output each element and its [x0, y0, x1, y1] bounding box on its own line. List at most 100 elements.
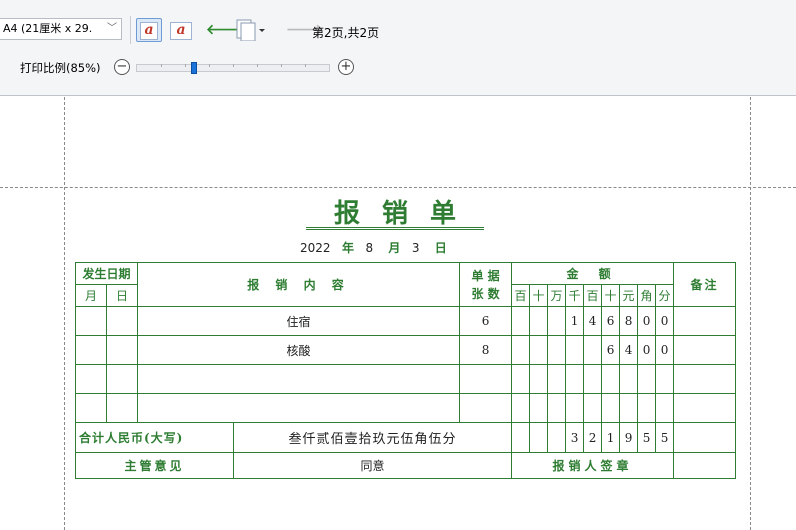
- slider-tick: [233, 64, 234, 67]
- header-digit-6: 元: [619, 284, 639, 307]
- date-day-unit: 日: [434, 241, 447, 255]
- header-doc-count-line2: 张 数: [471, 286, 500, 301]
- header-doc-count: 单 据 张 数: [459, 262, 513, 307]
- toolbar-separator: [130, 16, 131, 44]
- form-title: 报销单: [306, 200, 484, 230]
- slider-tick: [257, 64, 258, 67]
- total-remark-cell: [673, 422, 737, 453]
- reimbursement-form-table: 发生日期 报 销 内 容 单 据 张 数 金 额 备注 月 日 百十万千百十元角…: [74, 262, 737, 479]
- row-digit-cell: 4: [619, 335, 639, 365]
- row-count-cell: 8: [459, 335, 513, 365]
- row-digit-cell: 0: [655, 306, 675, 336]
- row-day-cell: [105, 364, 139, 394]
- row-digit-cell: [511, 393, 531, 423]
- header-digit-0: 百: [511, 284, 531, 307]
- row-digit-cell: [565, 364, 585, 394]
- total-digit-cell: [511, 422, 531, 453]
- top-margin-guide: [0, 187, 796, 188]
- date-year: 2022: [300, 241, 331, 255]
- toolbar-row-zoom: 打印比例(85%) − +: [0, 56, 796, 82]
- row-content-cell: [137, 364, 461, 394]
- total-label: 合计人民币(大写): [74, 422, 235, 453]
- row-content-cell: 住宿: [137, 306, 461, 336]
- zoom-out-button[interactable]: −: [114, 59, 130, 75]
- pages-icon: [236, 19, 265, 42]
- row-day-cell: [105, 335, 139, 365]
- table-row: [75, 364, 737, 394]
- supervisor-opinion: 同意: [233, 452, 513, 479]
- header-digit-5: 十: [601, 284, 621, 307]
- toolbar-row-top: A4 (21厘米 x 29. ﹀ a a 🡐 🡒 第2页,共2页: [0, 14, 796, 48]
- row-digit-cell: 0: [655, 335, 675, 365]
- zoom-in-button[interactable]: +: [338, 59, 354, 75]
- row-month-cell: [75, 306, 107, 336]
- print-preview-area: 报销单 2022 年 8 月 3 日 发生日期 报 销 内 容 单 据 张 数 …: [0, 97, 796, 530]
- row-digit-cell: 0: [637, 335, 657, 365]
- total-digit-cell: 9: [619, 422, 639, 453]
- header-digit-1: 十: [529, 284, 549, 307]
- row-digit-cell: [637, 393, 657, 423]
- date-month: 8: [365, 241, 374, 255]
- zoom-label: 打印比例(85%): [20, 61, 101, 75]
- row-month-cell: [75, 364, 107, 394]
- slider-tick: [281, 64, 282, 67]
- zoom-slider[interactable]: [136, 62, 330, 74]
- form-rows: 住宿 6 1 4 6 8 0 0 核酸 8 6 4 0 0: [75, 306, 737, 423]
- row-digit-cell: [547, 335, 567, 365]
- row-count-cell: [459, 393, 513, 423]
- row-content-cell: [137, 393, 461, 423]
- total-row: 合计人民币(大写) 叁仟贰佰壹拾玖元伍角伍分 321955: [74, 422, 737, 453]
- left-margin-guide: [64, 97, 65, 530]
- header-day: 日: [105, 284, 139, 307]
- row-digit-cell: [529, 364, 549, 394]
- claimant-sign-cell: [673, 452, 737, 479]
- footer-row: 主管意见 同意 报销人签章: [74, 452, 737, 479]
- row-remark-cell: [673, 393, 737, 423]
- zoom-slider-thumb[interactable]: [191, 62, 197, 74]
- landscape-page-icon: a: [170, 22, 192, 40]
- row-digit-cell: [511, 306, 531, 336]
- header-amount: 金 额: [511, 262, 675, 285]
- header-date-occurred: 发生日期: [74, 262, 139, 285]
- multi-page-button[interactable]: [232, 18, 268, 42]
- row-digit-cell: [529, 393, 549, 423]
- date-month-unit: 月: [388, 241, 401, 255]
- row-count-cell: 6: [459, 306, 513, 336]
- row-month-cell: [75, 393, 107, 423]
- total-digit-cell: 3: [565, 422, 585, 453]
- row-remark-cell: [673, 335, 737, 365]
- row-day-cell: [105, 306, 139, 336]
- slider-tick: [185, 64, 186, 67]
- row-digit-cell: [619, 393, 639, 423]
- slider-tick: [161, 64, 162, 67]
- claimant-sign-label: 报销人签章: [511, 452, 675, 479]
- row-digit-cell: [565, 393, 585, 423]
- header-doc-count-line1: 单 据: [471, 268, 500, 283]
- row-digit-cell: 0: [637, 306, 657, 336]
- table-row: [75, 393, 737, 423]
- row-digit-cell: [529, 306, 549, 336]
- row-remark-cell: [673, 306, 737, 336]
- total-digit-cell: 2: [583, 422, 603, 453]
- right-margin-guide: [750, 97, 751, 530]
- total-digit-cell: 1: [601, 422, 621, 453]
- row-digit-cell: [565, 335, 585, 365]
- header-digit-4: 百: [583, 284, 603, 307]
- paper-size-select[interactable]: A4 (21厘米 x 29. ﹀: [0, 18, 122, 40]
- header-remarks: 备注: [673, 262, 737, 307]
- portrait-button[interactable]: a: [136, 18, 162, 42]
- supervisor-label: 主管意见: [74, 452, 235, 479]
- header-content: 报 销 内 容: [137, 262, 461, 307]
- row-month-cell: [75, 335, 107, 365]
- landscape-button[interactable]: a: [168, 18, 194, 42]
- row-digit-cell: [547, 393, 567, 423]
- row-digit-cell: [619, 364, 639, 394]
- header-digit-7: 角: [637, 284, 657, 307]
- header-row-1: 发生日期 报 销 内 容 单 据 张 数 金 额 备注: [74, 262, 737, 307]
- row-day-cell: [105, 393, 139, 423]
- row-count-cell: [459, 364, 513, 394]
- page-status-text: 第2页,共2页: [312, 26, 380, 40]
- row-digit-cell: 4: [583, 306, 603, 336]
- total-in-words: 叁仟贰佰壹拾玖元伍角伍分: [233, 422, 513, 453]
- row-digit-cell: [583, 364, 603, 394]
